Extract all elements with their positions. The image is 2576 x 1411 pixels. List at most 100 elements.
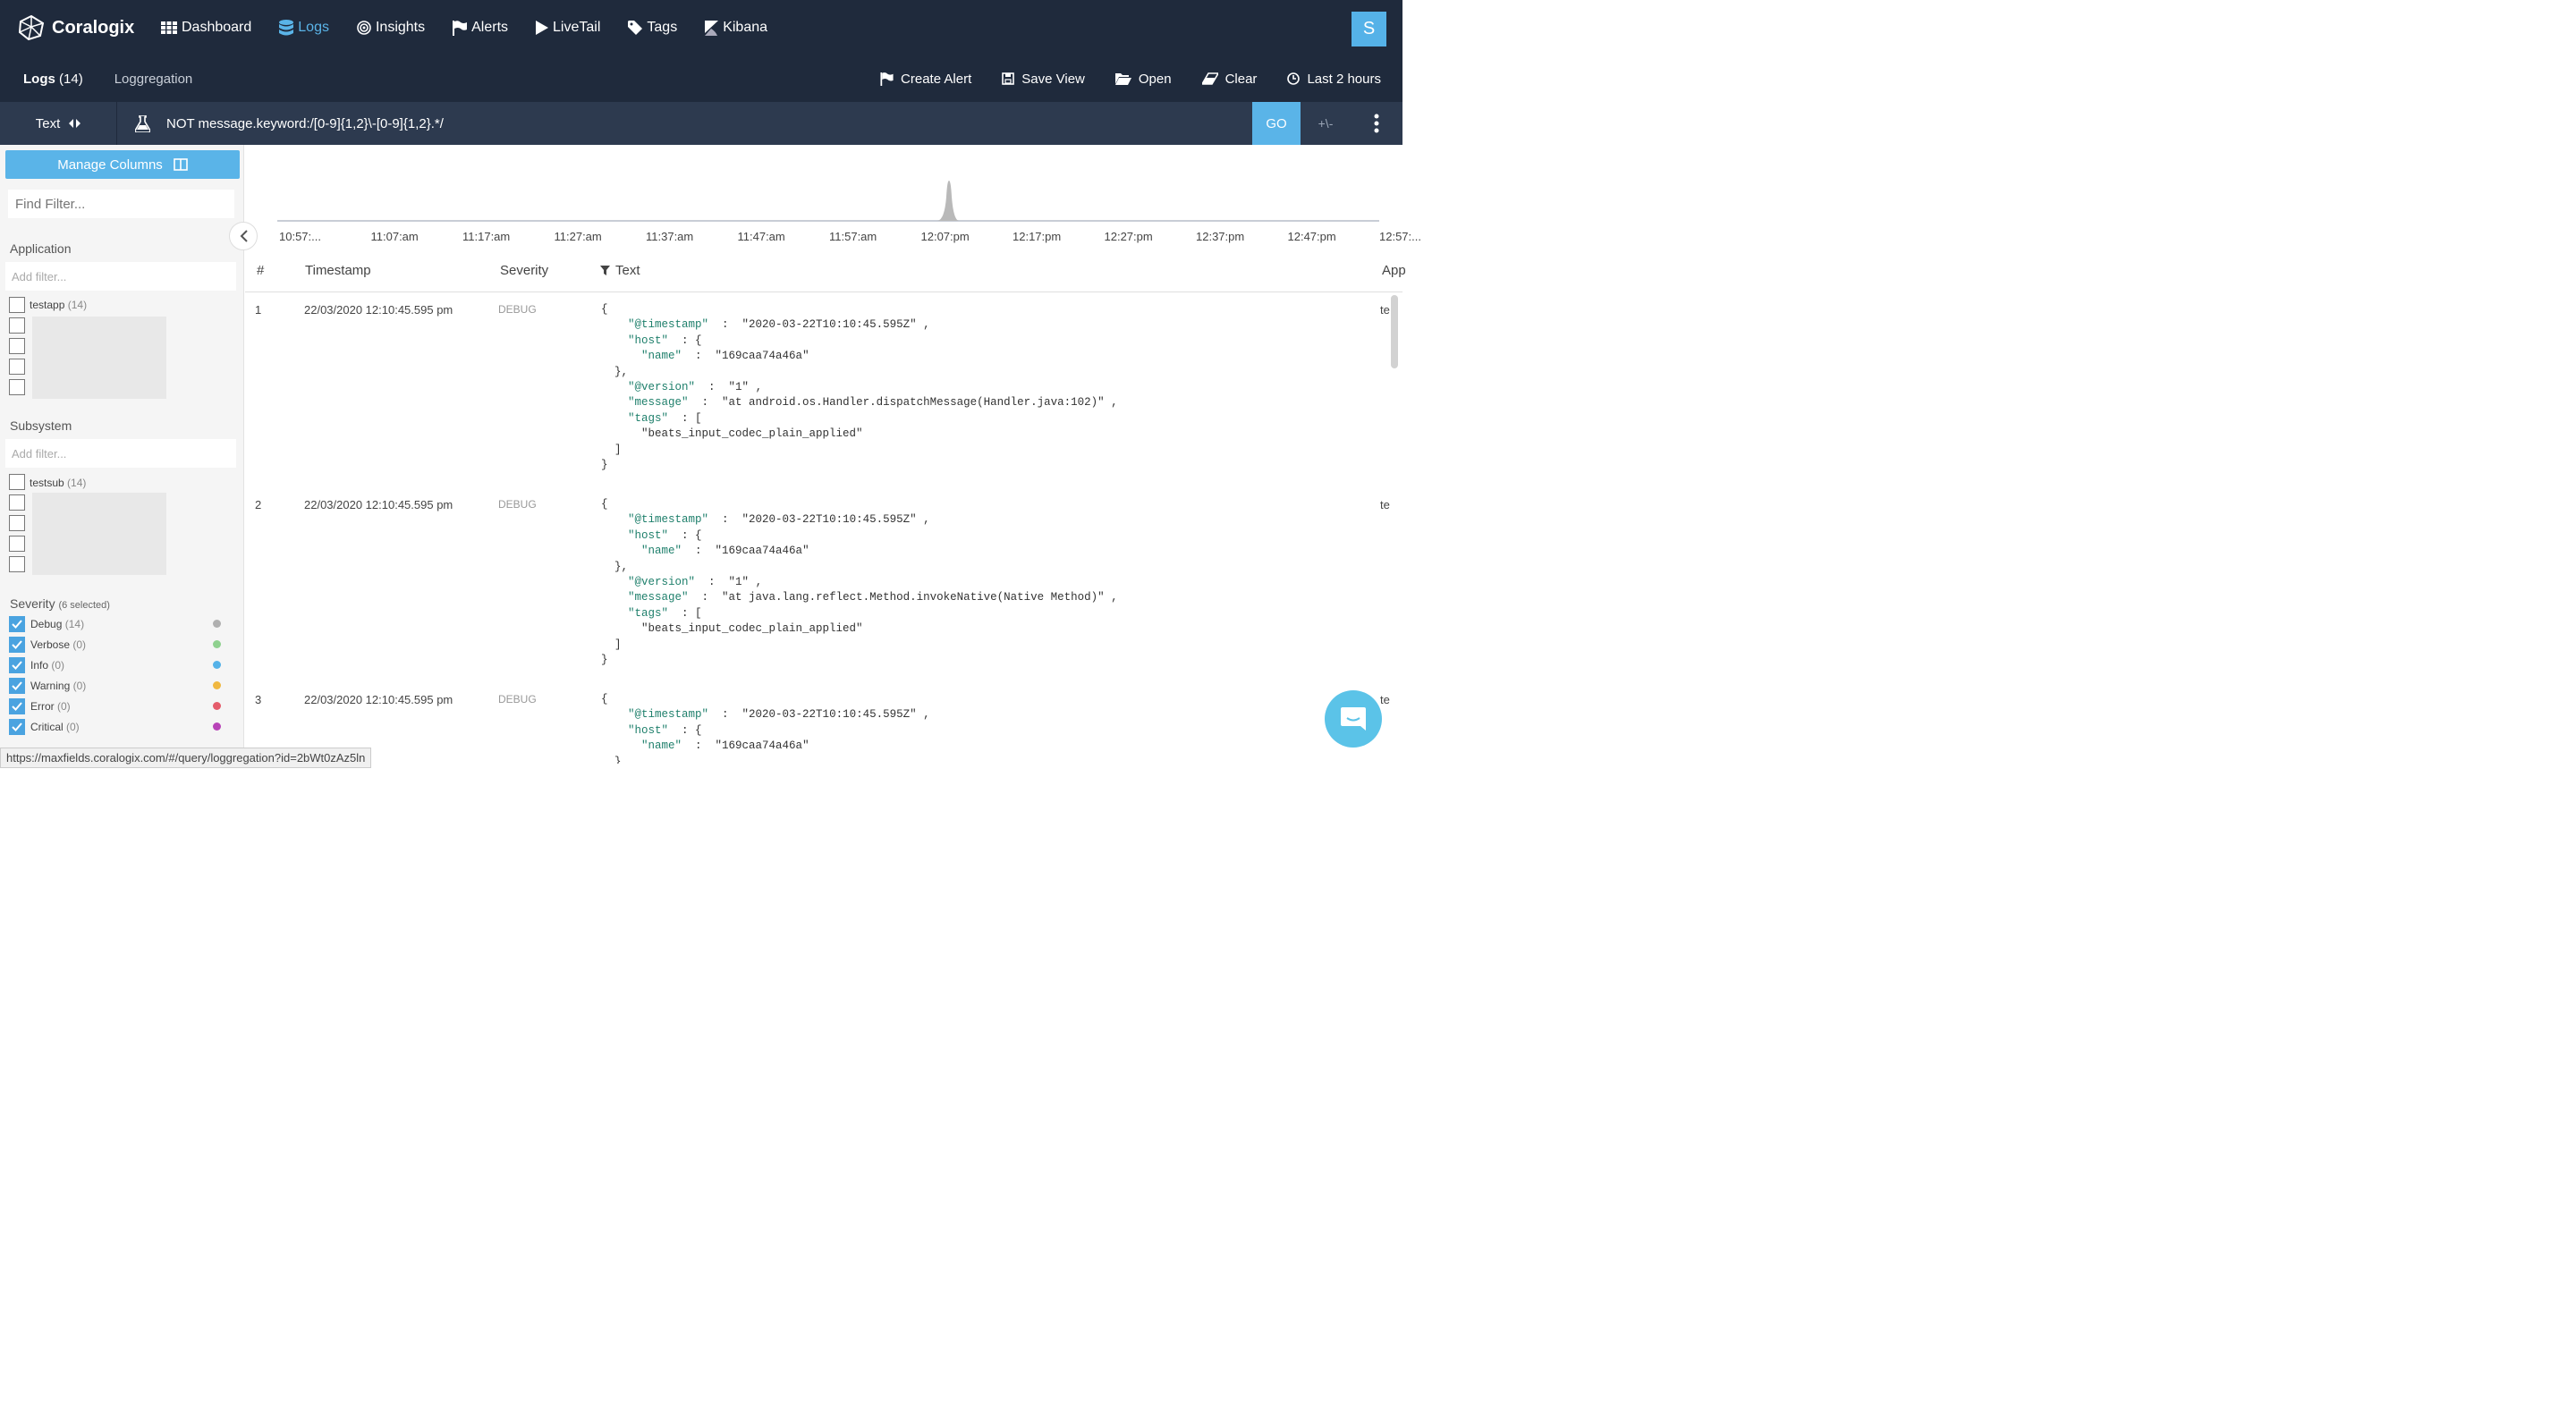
severity-color-dot <box>213 722 221 731</box>
save-view-button[interactable]: Save View <box>1002 72 1085 87</box>
column-header-timestamp[interactable]: Timestamp <box>305 263 371 278</box>
log-histogram[interactable] <box>277 179 1379 224</box>
column-header-severity[interactable]: Severity <box>500 263 548 278</box>
row-timestamp[interactable]: 22/03/2020 12:10:45.595 pm <box>304 498 453 511</box>
time-axis-tick: 12:47:pm <box>1287 230 1336 243</box>
row-json-text[interactable]: { "@timestamp" : "2020-03-22T10:10:45.59… <box>601 692 930 764</box>
nav-insights[interactable]: Insights <box>357 20 425 36</box>
checkbox-empty[interactable] <box>9 379 25 395</box>
tab-logs-label: Logs <box>23 71 55 87</box>
column-header-text[interactable]: Text <box>600 263 640 278</box>
brand-logo[interactable]: Coralogix <box>16 14 159 41</box>
find-filter-input[interactable] <box>8 190 234 218</box>
checkbox-severity[interactable] <box>9 678 25 694</box>
user-avatar[interactable]: S <box>1352 12 1386 46</box>
table-scrollbar[interactable] <box>1391 295 1398 368</box>
tab-logs[interactable]: Logs (14) <box>23 72 83 87</box>
table-header: # Timestamp Severity Text App <box>245 255 1406 292</box>
severity-item-count: (0) <box>51 659 65 672</box>
target-icon <box>357 21 371 35</box>
manage-columns-label: Manage Columns <box>57 156 163 173</box>
subsystem-item: testsub (14) <box>30 477 86 489</box>
checkmark-icon <box>12 620 22 629</box>
loading-placeholder <box>32 493 166 575</box>
more-options-button[interactable] <box>1351 114 1402 133</box>
subsystem-item-count: (14) <box>67 477 87 489</box>
query-input[interactable]: NOT message.keyword:/[0-9]{1,2}\-[0-9]{1… <box>135 114 1252 132</box>
open-label: Open <box>1138 71 1172 87</box>
row-application: te <box>1380 498 1390 511</box>
checkbox-empty[interactable] <box>9 556 25 572</box>
severity-item: Warning (0) <box>30 680 86 692</box>
tab-logs-count: (14) <box>59 71 83 87</box>
row-timestamp[interactable]: 22/03/2020 12:10:45.595 pm <box>304 693 453 706</box>
query-mode-label: Text <box>35 115 61 131</box>
severity-item-label: Critical <box>30 721 64 733</box>
application-add-filter[interactable]: Add filter... <box>5 262 236 291</box>
severity-item: Info (0) <box>30 659 64 672</box>
severity-color-dot <box>213 640 221 648</box>
time-axis-tick: 11:27:am <box>554 230 602 243</box>
checkbox-empty[interactable] <box>9 536 25 552</box>
nav-alerts[interactable]: Alerts <box>453 20 508 36</box>
row-json-text[interactable]: { "@timestamp" : "2020-03-22T10:10:45.59… <box>601 302 1118 473</box>
clear-button[interactable]: Clear <box>1201 71 1258 87</box>
row-timestamp[interactable]: 22/03/2020 12:10:45.595 pm <box>304 303 453 317</box>
row-application: te <box>1380 693 1390 706</box>
checkmark-icon <box>12 661 22 670</box>
time-range-button[interactable]: Last 2 hours <box>1287 72 1381 87</box>
checkbox-empty[interactable] <box>9 494 25 511</box>
subsystem-add-filter[interactable]: Add filter... <box>5 439 236 468</box>
plus-minus-button[interactable]: +\- <box>1301 116 1351 131</box>
checkbox-severity[interactable] <box>9 657 25 673</box>
nav-livetail[interactable]: LiveTail <box>536 20 600 36</box>
nav-dashboard[interactable]: Dashboard <box>161 20 251 36</box>
severity-item-count: (0) <box>66 721 80 733</box>
row-number: 2 <box>255 498 262 511</box>
severity-item: Verbose (0) <box>30 638 86 651</box>
row-json-text[interactable]: { "@timestamp" : "2020-03-22T10:10:45.59… <box>601 497 1118 668</box>
checkbox-severity[interactable] <box>9 637 25 653</box>
toolbar-actions: Create Alert Save View Open Clear Last 2… <box>850 55 1381 102</box>
create-alert-button[interactable]: Create Alert <box>880 72 971 87</box>
filter-sidebar: Manage Columns Application Add filter...… <box>0 145 244 768</box>
open-button[interactable]: Open <box>1114 71 1172 87</box>
collapse-sidebar-button[interactable] <box>229 222 258 250</box>
checkbox-severity[interactable] <box>9 698 25 714</box>
checkbox-testapp[interactable] <box>9 297 25 313</box>
checkbox-empty[interactable] <box>9 515 25 531</box>
checkbox-empty[interactable] <box>9 338 25 354</box>
tab-loggregation[interactable]: Loggregation <box>114 72 193 87</box>
manage-columns-button[interactable]: Manage Columns <box>5 150 240 179</box>
coralogix-logo-icon <box>18 14 45 41</box>
row-severity: DEBUG <box>498 693 537 706</box>
severity-item-label: Warning <box>30 680 71 692</box>
nav-kibana[interactable]: Kibana <box>705 20 767 36</box>
query-text: NOT message.keyword:/[0-9]{1,2}\-[0-9]{1… <box>166 115 444 131</box>
save-view-label: Save View <box>1021 71 1085 87</box>
checkbox-severity[interactable] <box>9 616 25 632</box>
column-header-application[interactable]: App <box>1382 263 1406 278</box>
time-range-label: Last 2 hours <box>1307 71 1381 87</box>
severity-title-label: Severity <box>10 596 55 611</box>
clear-label: Clear <box>1224 71 1258 87</box>
flask-icon <box>135 114 150 132</box>
view-toolbar: Logs (14) Loggregation Create Alert Save… <box>0 55 1402 102</box>
chat-launcher-button[interactable] <box>1325 690 1382 748</box>
left-right-arrows-icon <box>69 119 81 128</box>
go-button[interactable]: GO <box>1252 102 1301 145</box>
severity-color-dot <box>213 702 221 710</box>
floppy-disk-icon <box>1002 72 1015 85</box>
query-mode-toggle[interactable]: Text <box>0 102 117 145</box>
checkbox-empty[interactable] <box>9 359 25 375</box>
checkbox-empty[interactable] <box>9 317 25 334</box>
folder-open-icon <box>1114 73 1131 85</box>
checkbox-severity[interactable] <box>9 719 25 735</box>
checkmark-icon <box>12 722 22 731</box>
nav-logs[interactable]: Logs <box>279 20 329 36</box>
checkbox-testsub[interactable] <box>9 474 25 490</box>
nav-tags[interactable]: Tags <box>628 20 677 36</box>
loading-placeholder <box>32 317 166 399</box>
severity-color-dot <box>213 620 221 628</box>
nav-label: Insights <box>375 20 426 35</box>
